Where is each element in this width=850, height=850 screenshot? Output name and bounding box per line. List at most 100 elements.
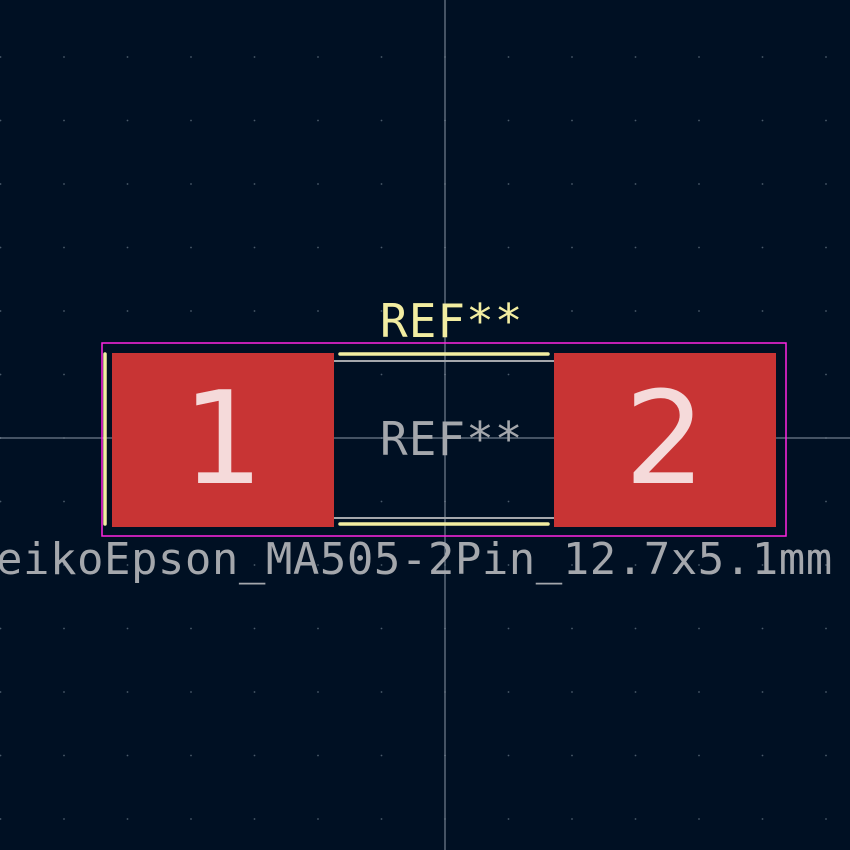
grid-dot [190, 691, 192, 693]
grid-dot [507, 246, 510, 249]
grid-dot [126, 691, 129, 693]
grid-dot [190, 818, 192, 820]
pad-2-number: 2 [624, 365, 706, 514]
grid-dot [63, 56, 65, 58]
grid-dot [253, 627, 256, 630]
grid-dot [698, 310, 700, 312]
grid-dot [507, 56, 510, 58]
grid-dot [317, 818, 319, 820]
grid-dot [380, 56, 383, 58]
grid-dot [698, 627, 700, 630]
grid-dot [253, 691, 256, 693]
pad-2[interactable]: 2 [554, 353, 776, 527]
grid-dot [698, 691, 700, 693]
grid-dot [761, 56, 764, 58]
grid-dot [571, 310, 573, 312]
grid-dot [126, 246, 129, 249]
grid-dot [380, 691, 383, 693]
grid-dot [507, 183, 510, 185]
grid-dot [380, 627, 383, 630]
grid-dot [63, 246, 65, 249]
grid-dot [571, 818, 573, 820]
pad-1[interactable]: 1 [112, 353, 334, 527]
grid-dot [63, 627, 65, 630]
grid-dot [825, 119, 827, 122]
grid-dot [825, 56, 827, 58]
grid-dot [317, 691, 319, 693]
footprint-value-label[interactable]: SeikoEpson_MA505-2Pin_12.7x5.1mm [0, 538, 833, 582]
grid-dot [634, 183, 637, 185]
grid-dot [825, 691, 827, 693]
grid-dot [634, 818, 637, 820]
grid-dot [63, 373, 65, 376]
grid-dot [0, 310, 2, 312]
grid-dot [634, 310, 637, 312]
grid-dot [761, 119, 764, 122]
grid-dot [698, 183, 700, 185]
grid-dot [63, 183, 65, 185]
grid-dot [253, 818, 256, 820]
grid-dot [571, 754, 573, 757]
grid-dot [317, 119, 319, 122]
grid-dot [507, 119, 510, 122]
grid-dot [380, 818, 383, 820]
grid-dot [253, 754, 256, 757]
grid-dot [317, 754, 319, 757]
grid-dot [634, 691, 637, 693]
grid-dot [698, 246, 700, 249]
reference-designator-silkscreen[interactable]: REF** [380, 298, 523, 344]
grid-dot [825, 754, 827, 757]
reference-designator-fab[interactable]: REF** [380, 416, 523, 462]
grid-dot [380, 183, 383, 185]
grid-dot [634, 246, 637, 249]
grid-dot [317, 310, 319, 312]
grid-dot [0, 119, 2, 122]
grid-dot [761, 754, 764, 757]
grid-dot [507, 754, 510, 757]
grid-dot [253, 183, 256, 185]
grid-dot [825, 818, 827, 820]
grid-dot [63, 119, 65, 122]
grid-dot [63, 754, 65, 757]
grid-dot [571, 183, 573, 185]
grid-dot [507, 818, 510, 820]
grid-dot [825, 310, 827, 312]
grid-dot [380, 246, 383, 249]
grid-dot [507, 691, 510, 693]
grid-dot [825, 183, 827, 185]
grid-dot [190, 627, 192, 630]
grid-dot [63, 818, 65, 820]
grid-dot [190, 310, 192, 312]
grid-dot [126, 119, 129, 122]
grid-dot [761, 183, 764, 185]
grid-dot [126, 310, 129, 312]
grid-dot [380, 119, 383, 122]
grid-dot [253, 246, 256, 249]
grid-dot [634, 56, 637, 58]
grid-dot [0, 500, 2, 503]
grid-dot [0, 183, 2, 185]
grid-dot [190, 56, 192, 58]
grid-dot [317, 56, 319, 58]
grid-dot [317, 183, 319, 185]
grid-dot [380, 373, 383, 376]
pcb-canvas[interactable]: 1 2 REF** REF** SeikoEpson_MA505-2Pin_12… [0, 0, 850, 850]
grid-dot [634, 627, 637, 630]
grid-dot [698, 119, 700, 122]
pad-1-number: 1 [182, 365, 264, 514]
grid-dot [0, 56, 2, 58]
grid-dot [571, 56, 573, 58]
grid-dot [761, 246, 764, 249]
grid-dot [317, 627, 319, 630]
grid-dot [317, 246, 319, 249]
grid-dot [63, 500, 65, 503]
grid-dot [0, 691, 2, 693]
grid-dot [253, 119, 256, 122]
grid-dot [698, 818, 700, 820]
grid-dot [571, 119, 573, 122]
grid-dot [0, 627, 2, 630]
grid-dot [761, 627, 764, 630]
grid-dot [126, 818, 129, 820]
grid-dot [190, 246, 192, 249]
grid-dot [190, 754, 192, 757]
